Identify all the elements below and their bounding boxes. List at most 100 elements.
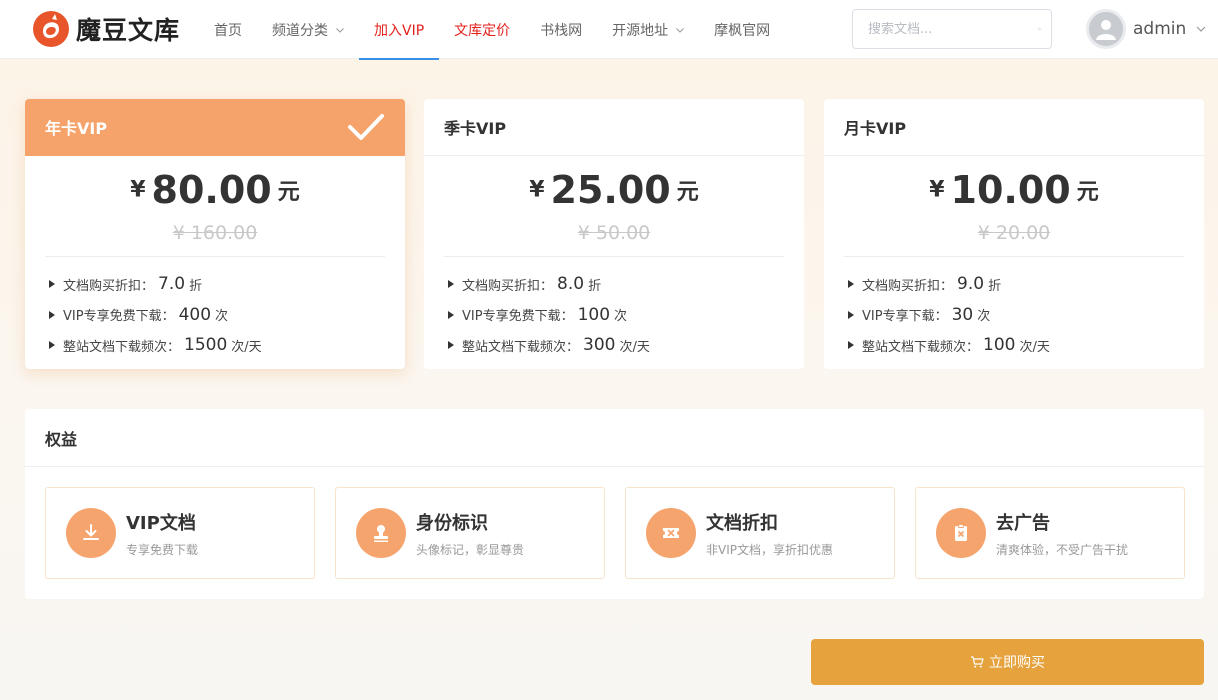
feature-suffix: 次/天 <box>231 339 262 355</box>
feature-suffix: 次 <box>215 309 229 325</box>
feature-suffix: 折 <box>189 278 203 294</box>
nav-join-vip-label: 加入VIP <box>374 22 425 39</box>
price-unit: 元 <box>277 180 300 205</box>
no-ads-icon <box>936 508 986 558</box>
feature-label: 文档购买折扣： <box>63 278 155 294</box>
triangle-right-icon <box>448 310 454 319</box>
buy-now-button[interactable]: 立即购买 <box>811 639 1204 685</box>
plan-title: 季卡VIP <box>444 119 507 138</box>
feature-item: VIP专享免费下载： 100 次 <box>448 300 784 331</box>
triangle-right-icon <box>848 310 854 319</box>
stamp-icon <box>356 508 406 558</box>
plan-price: ¥10.00 元 <box>824 168 1204 216</box>
feature-suffix: 次/天 <box>619 339 650 355</box>
benefit-no-ads: 去广告 清爽体验，不受广告干扰 <box>915 487 1185 579</box>
plan-card-header: 季卡VIP <box>424 99 804 156</box>
feature-suffix: 次/天 <box>1019 339 1050 355</box>
check-icon <box>348 114 384 140</box>
feature-suffix: 次 <box>977 309 991 325</box>
price-amount: 80.00 <box>151 168 272 212</box>
benefit-title: VIP文档 <box>126 512 196 534</box>
nav-mofeng-label: 摩枫官网 <box>714 22 771 39</box>
feature-item: 整站文档下载频次： 1500 次/天 <box>49 330 385 361</box>
nav-channels-label: 频道分类 <box>272 22 328 39</box>
feature-label: 文档购买折扣： <box>862 278 954 294</box>
divider <box>844 256 1184 257</box>
benefit-vip-docs: VIP文档 专享免费下载 <box>45 487 315 579</box>
nav-channels[interactable]: 频道分类 <box>257 0 359 59</box>
feature-value: 1500 <box>184 335 228 356</box>
nav-pricing-label: 文库定价 <box>454 22 511 39</box>
divider <box>444 256 784 257</box>
triangle-right-icon <box>49 280 55 289</box>
triangle-right-icon <box>448 280 454 289</box>
plan-card-quarterly[interactable]: 季卡VIP ¥25.00 元 ¥ 50.00 文档购买折扣： 8.0 折 VIP专享免… <box>424 99 804 369</box>
triangle-right-icon <box>49 341 55 350</box>
feature-label: VIP专享免费下载： <box>63 309 175 325</box>
price-unit: 元 <box>676 180 699 205</box>
feature-label: 整站文档下载频次： <box>63 339 181 355</box>
plan-features: 文档购买折扣： 9.0 折 VIP专享下载： 30 次 整站文档下载频次： 100 次/天 <box>848 269 1184 361</box>
benefit-desc: 非VIP文档，享折扣优惠 <box>706 542 833 557</box>
feature-value: 300 <box>583 335 616 356</box>
nav-bookstack[interactable]: 书栈网 <box>525 0 597 59</box>
benefit-desc: 清爽体验，不受广告干扰 <box>996 542 1129 557</box>
price-amount: 25.00 <box>550 168 671 212</box>
feature-label: VIP专享免费下载： <box>462 309 574 325</box>
plan-features: 文档购买折扣： 8.0 折 VIP专享免费下载： 100 次 整站文档下载频次： 300 次… <box>448 269 784 361</box>
nav-join-vip[interactable]: 加入VIP <box>359 0 440 60</box>
triangle-right-icon <box>49 310 55 319</box>
benefit-title: 文档折扣 <box>706 512 778 534</box>
benefit-desc: 头像标记，彰显尊贵 <box>416 542 525 557</box>
currency-symbol: ¥ <box>529 177 545 203</box>
nav-open-source-label: 开源地址 <box>612 22 669 39</box>
nav-pricing[interactable]: 文库定价 <box>439 0 525 59</box>
username: admin <box>1133 19 1187 39</box>
feature-value: 400 <box>178 304 212 325</box>
download-icon <box>66 508 116 558</box>
currency-symbol: ¥ <box>929 177 945 203</box>
benefits-panel: 权益 VIP文档 专享免费下载 身份标识 头像标记，彰显尊贵 文档折扣 非VIP… <box>25 409 1204 599</box>
plan-card-header: 月卡VIP <box>824 99 1204 156</box>
feature-suffix: 折 <box>588 278 602 294</box>
nav-home-label: 首页 <box>214 22 242 39</box>
plan-card-monthly[interactable]: 月卡VIP ¥10.00 元 ¥ 20.00 文档购买折扣： 9.0 折 VIP专享下… <box>824 99 1204 369</box>
feature-item: VIP专享下载： 30 次 <box>848 300 1184 331</box>
user-menu[interactable]: admin <box>1086 9 1206 49</box>
cart-icon <box>971 656 984 668</box>
original-price: ¥ 20.00 <box>977 222 1051 244</box>
feature-value: 100 <box>577 304 611 325</box>
search-icon[interactable] <box>1038 21 1041 37</box>
plan-price: ¥80.00 元 <box>25 168 405 216</box>
chevron-down-icon <box>336 27 344 33</box>
avatar[interactable] <box>1086 9 1126 49</box>
feature-item: 整站文档下载频次： 100 次/天 <box>848 330 1184 361</box>
chevron-down-icon <box>1196 26 1206 32</box>
original-price: ¥ 160.00 <box>172 222 258 244</box>
site-logo[interactable]: 魔豆文库 <box>32 10 180 48</box>
nav-open-source[interactable]: 开源地址 <box>597 0 699 59</box>
chevron-down-icon <box>676 27 685 33</box>
ticket-icon <box>646 508 696 558</box>
plan-card-yearly[interactable]: 年卡VIP ¥80.00 元 ¥ 160.00 文档购买折扣： 7.0 折 VIP专享… <box>25 99 405 369</box>
benefit-discount: 文档折扣 非VIP文档，享折扣优惠 <box>625 487 895 579</box>
nav-mofeng-site[interactable]: 摩枫官网 <box>699 0 785 59</box>
divider <box>45 256 385 257</box>
feature-value: 9.0 <box>957 274 985 295</box>
benefit-title: 身份标识 <box>416 512 488 534</box>
top-header: 魔豆文库 首页 频道分类 加入VIP 文库定价 书栈网 开源地址 摩枫官网 搜索… <box>0 0 1218 60</box>
plan-card-header: 年卡VIP <box>25 99 405 156</box>
search-input[interactable] <box>868 21 1038 37</box>
plan-title: 年卡VIP <box>45 119 108 138</box>
buy-now-label: 立即购买 <box>989 655 1045 671</box>
nav-home[interactable]: 首页 <box>199 0 257 59</box>
feature-label: 整站文档下载频次： <box>862 339 980 355</box>
benefits-title: 权益 <box>25 409 1204 467</box>
triangle-right-icon <box>848 341 854 350</box>
bean-logo-icon <box>33 11 69 47</box>
benefit-desc: 专享免费下载 <box>126 542 199 557</box>
feature-item: 文档购买折扣： 8.0 折 <box>448 269 784 300</box>
feature-item: 整站文档下载频次： 300 次/天 <box>448 330 784 361</box>
original-price: ¥ 50.00 <box>577 222 651 244</box>
nav-bookstack-label: 书栈网 <box>540 22 583 39</box>
